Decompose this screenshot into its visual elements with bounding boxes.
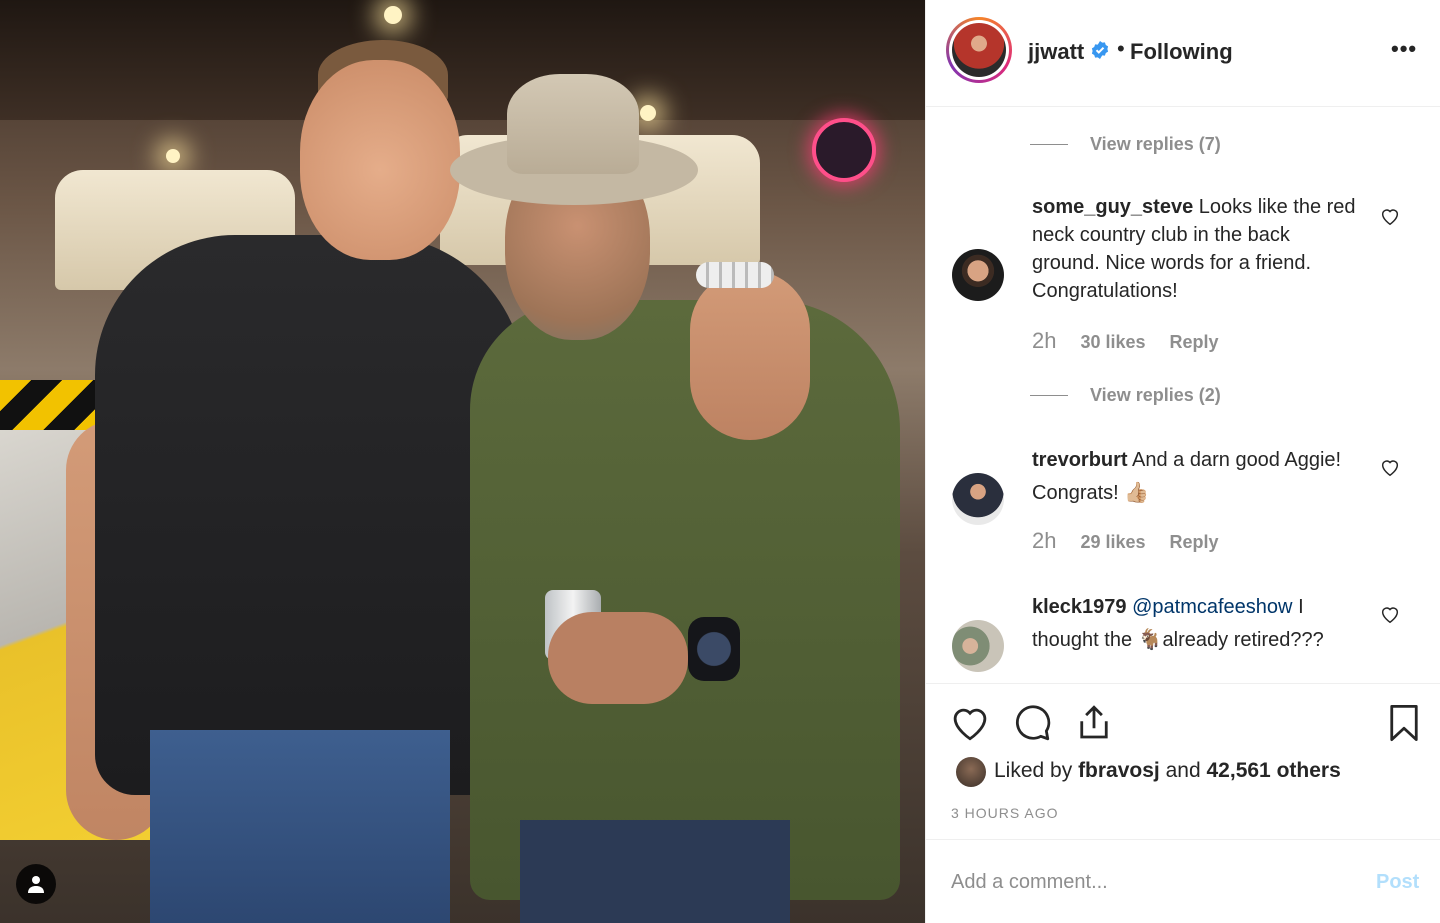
comment-like-icon[interactable] bbox=[1379, 205, 1401, 227]
post-photo[interactable] bbox=[0, 0, 925, 923]
comment-text: trevorburt And a darn good Aggie! Congra… bbox=[1032, 444, 1362, 510]
more-options-icon[interactable]: ••• bbox=[1391, 36, 1417, 62]
user-tag-button[interactable] bbox=[16, 864, 56, 904]
photo-light bbox=[166, 149, 180, 163]
post-sidebar: jjwatt • Following ••• View replies (7) … bbox=[925, 0, 1440, 923]
photo-bracelet bbox=[696, 262, 774, 288]
likes-others[interactable]: 42,561 others bbox=[1207, 759, 1341, 782]
post-header: jjwatt • Following ••• bbox=[926, 0, 1440, 107]
following-button[interactable]: Following bbox=[1130, 39, 1233, 65]
comment-like-icon[interactable] bbox=[1379, 456, 1401, 478]
view-replies-button[interactable]: View replies (2) bbox=[1030, 385, 1221, 406]
post-comment-button[interactable]: Post bbox=[1376, 871, 1419, 894]
comment-likes[interactable]: 30 likes bbox=[1080, 332, 1145, 353]
commenter-avatar[interactable] bbox=[952, 473, 1004, 525]
photo-neon-sign bbox=[812, 118, 876, 182]
photo-light bbox=[640, 105, 656, 121]
comment-username[interactable]: trevorburt bbox=[1032, 449, 1128, 471]
author-avatar[interactable] bbox=[946, 17, 1012, 83]
view-replies-label: View replies (7) bbox=[1090, 134, 1221, 154]
photo-person-left-head bbox=[300, 60, 460, 260]
header-separator: • bbox=[1117, 36, 1125, 61]
verified-icon bbox=[1091, 41, 1109, 59]
photo-person-right-jeans bbox=[520, 820, 790, 923]
comment-meta: 2h 30 likes Reply bbox=[1032, 328, 1219, 354]
comment-like-icon[interactable] bbox=[1379, 603, 1401, 625]
comment-mention[interactable]: @patmcafeeshow bbox=[1132, 596, 1292, 618]
heart-icon[interactable] bbox=[949, 702, 991, 744]
photo-arm-over-shoulder bbox=[690, 270, 810, 440]
photo-person-left bbox=[95, 235, 525, 795]
comment-reply-button[interactable]: Reply bbox=[1170, 532, 1219, 553]
comment-time: 2h bbox=[1032, 528, 1057, 553]
share-icon[interactable] bbox=[1073, 702, 1115, 744]
comment-meta: 2h 29 likes Reply bbox=[1032, 528, 1219, 554]
photo-light bbox=[384, 6, 402, 24]
comment-username[interactable]: kleck1979 bbox=[1032, 596, 1127, 618]
comment-input[interactable]: Add a comment... bbox=[951, 871, 1108, 894]
liker-avatar[interactable] bbox=[956, 757, 986, 787]
comment-icon[interactable] bbox=[1011, 702, 1053, 744]
user-tag-icon bbox=[28, 876, 44, 893]
commenter-avatar[interactable] bbox=[952, 249, 1004, 301]
view-replies-line bbox=[1030, 395, 1068, 396]
comment-reply-button[interactable]: Reply bbox=[1170, 332, 1219, 353]
commenter-avatar[interactable] bbox=[952, 620, 1004, 672]
view-replies-line bbox=[1030, 144, 1068, 145]
liker-username[interactable]: fbravosj bbox=[1078, 759, 1160, 782]
likes-middle: and bbox=[1165, 759, 1201, 782]
photo-hand bbox=[548, 612, 688, 704]
comment-time: 2h bbox=[1032, 328, 1057, 353]
author-username[interactable]: jjwatt bbox=[1028, 39, 1084, 65]
view-replies-button[interactable]: View replies (7) bbox=[1030, 134, 1221, 155]
photo-watch bbox=[688, 617, 740, 681]
comment-text: some_guy_steve Looks like the red neck c… bbox=[1032, 193, 1362, 305]
view-replies-label: View replies (2) bbox=[1090, 385, 1221, 405]
likes-summary: Liked by fbravosj and 42,561 others bbox=[994, 759, 1341, 783]
post-timestamp[interactable]: 3 HOURS AGO bbox=[951, 805, 1058, 821]
post-actions: Liked by fbravosj and 42,561 others 3 HO… bbox=[926, 683, 1440, 839]
comment-text: kleck1979 @patmcafeeshow I thought the 🐐… bbox=[1032, 591, 1362, 657]
comments-list[interactable]: View replies (7) some_guy_steve Looks li… bbox=[926, 108, 1440, 683]
comment-likes[interactable]: 29 likes bbox=[1080, 532, 1145, 553]
likes-prefix: Liked by bbox=[994, 759, 1073, 782]
author-avatar-image bbox=[952, 23, 1006, 77]
photo-person-right bbox=[470, 300, 900, 900]
photo-ceiling bbox=[0, 0, 925, 120]
add-comment-bar: Add a comment... Post bbox=[926, 839, 1440, 923]
photo-hat-crown bbox=[507, 74, 639, 174]
comment-username[interactable]: some_guy_steve bbox=[1032, 196, 1193, 218]
bookmark-icon[interactable] bbox=[1383, 702, 1425, 744]
photo-person-left-jeans bbox=[150, 730, 450, 923]
